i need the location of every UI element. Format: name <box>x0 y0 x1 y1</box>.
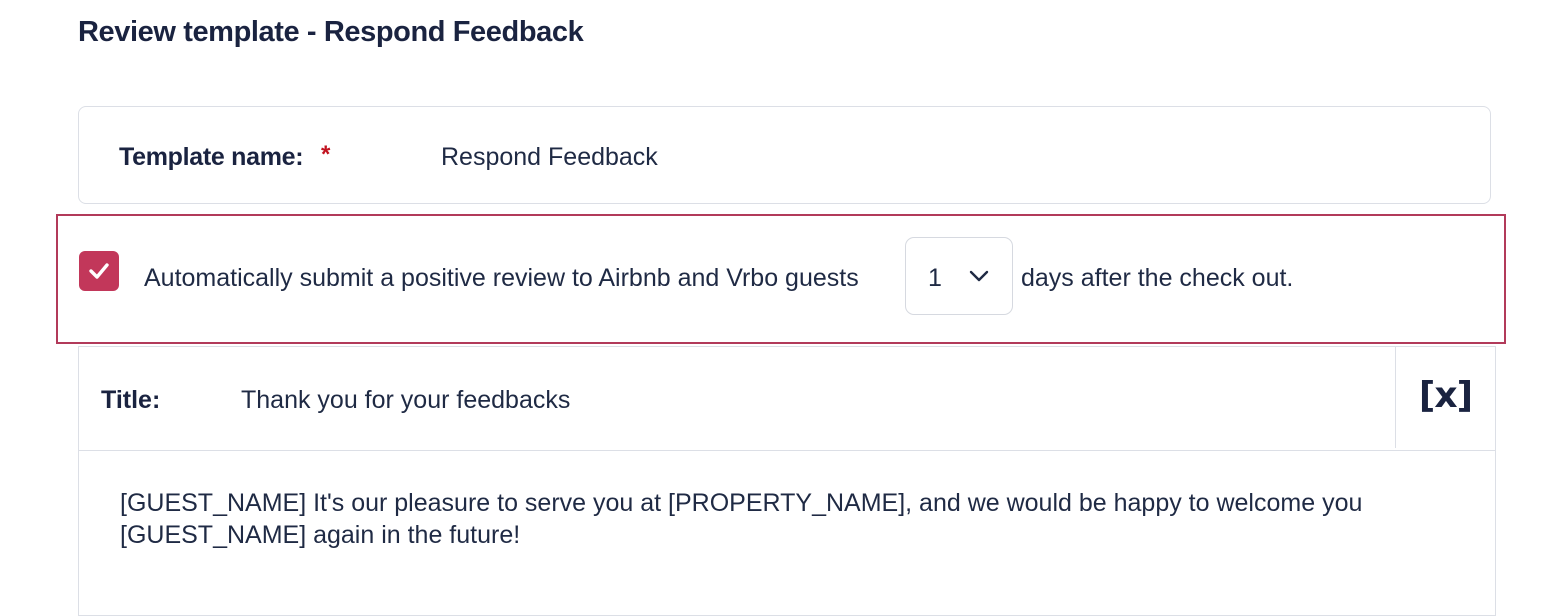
chevron-down-icon <box>969 270 989 282</box>
review-body-line: [GUEST_NAME] It's our pleasure to serve … <box>120 489 1363 517</box>
page-title: Review template - Respond Feedback <box>78 16 584 48</box>
review-title-row: Title: Thank you for your feedbacks [x] <box>79 347 1495 451</box>
template-name-value[interactable]: Respond Feedback <box>441 143 658 172</box>
days-select-value: 1 <box>928 264 942 292</box>
days-select[interactable]: 1 <box>905 237 1013 315</box>
variable-icon: [x] <box>1418 375 1473 416</box>
check-icon <box>89 263 109 279</box>
review-editor: Title: Thank you for your feedbacks [x] … <box>78 346 1496 616</box>
review-body-textarea[interactable]: [GUEST_NAME] It's our pleasure to serve … <box>120 487 1450 551</box>
auto-review-option: Automatically submit a positive review t… <box>56 214 1506 344</box>
required-marker: * <box>321 141 331 168</box>
auto-review-checkbox[interactable] <box>79 251 119 291</box>
template-name-label: Template name: <box>119 143 304 171</box>
template-name-card: Template name: * Respond Feedback <box>78 106 1491 204</box>
auto-review-text: Automatically submit a positive review t… <box>144 264 859 292</box>
review-title-input[interactable]: Thank you for your feedbacks <box>241 386 570 415</box>
insert-variable-button[interactable]: [x] <box>1395 347 1495 448</box>
review-title-label: Title: <box>101 386 161 414</box>
auto-review-suffix: days after the check out. <box>1021 264 1294 292</box>
review-body-line: [GUEST_NAME] again in the future! <box>120 521 521 549</box>
